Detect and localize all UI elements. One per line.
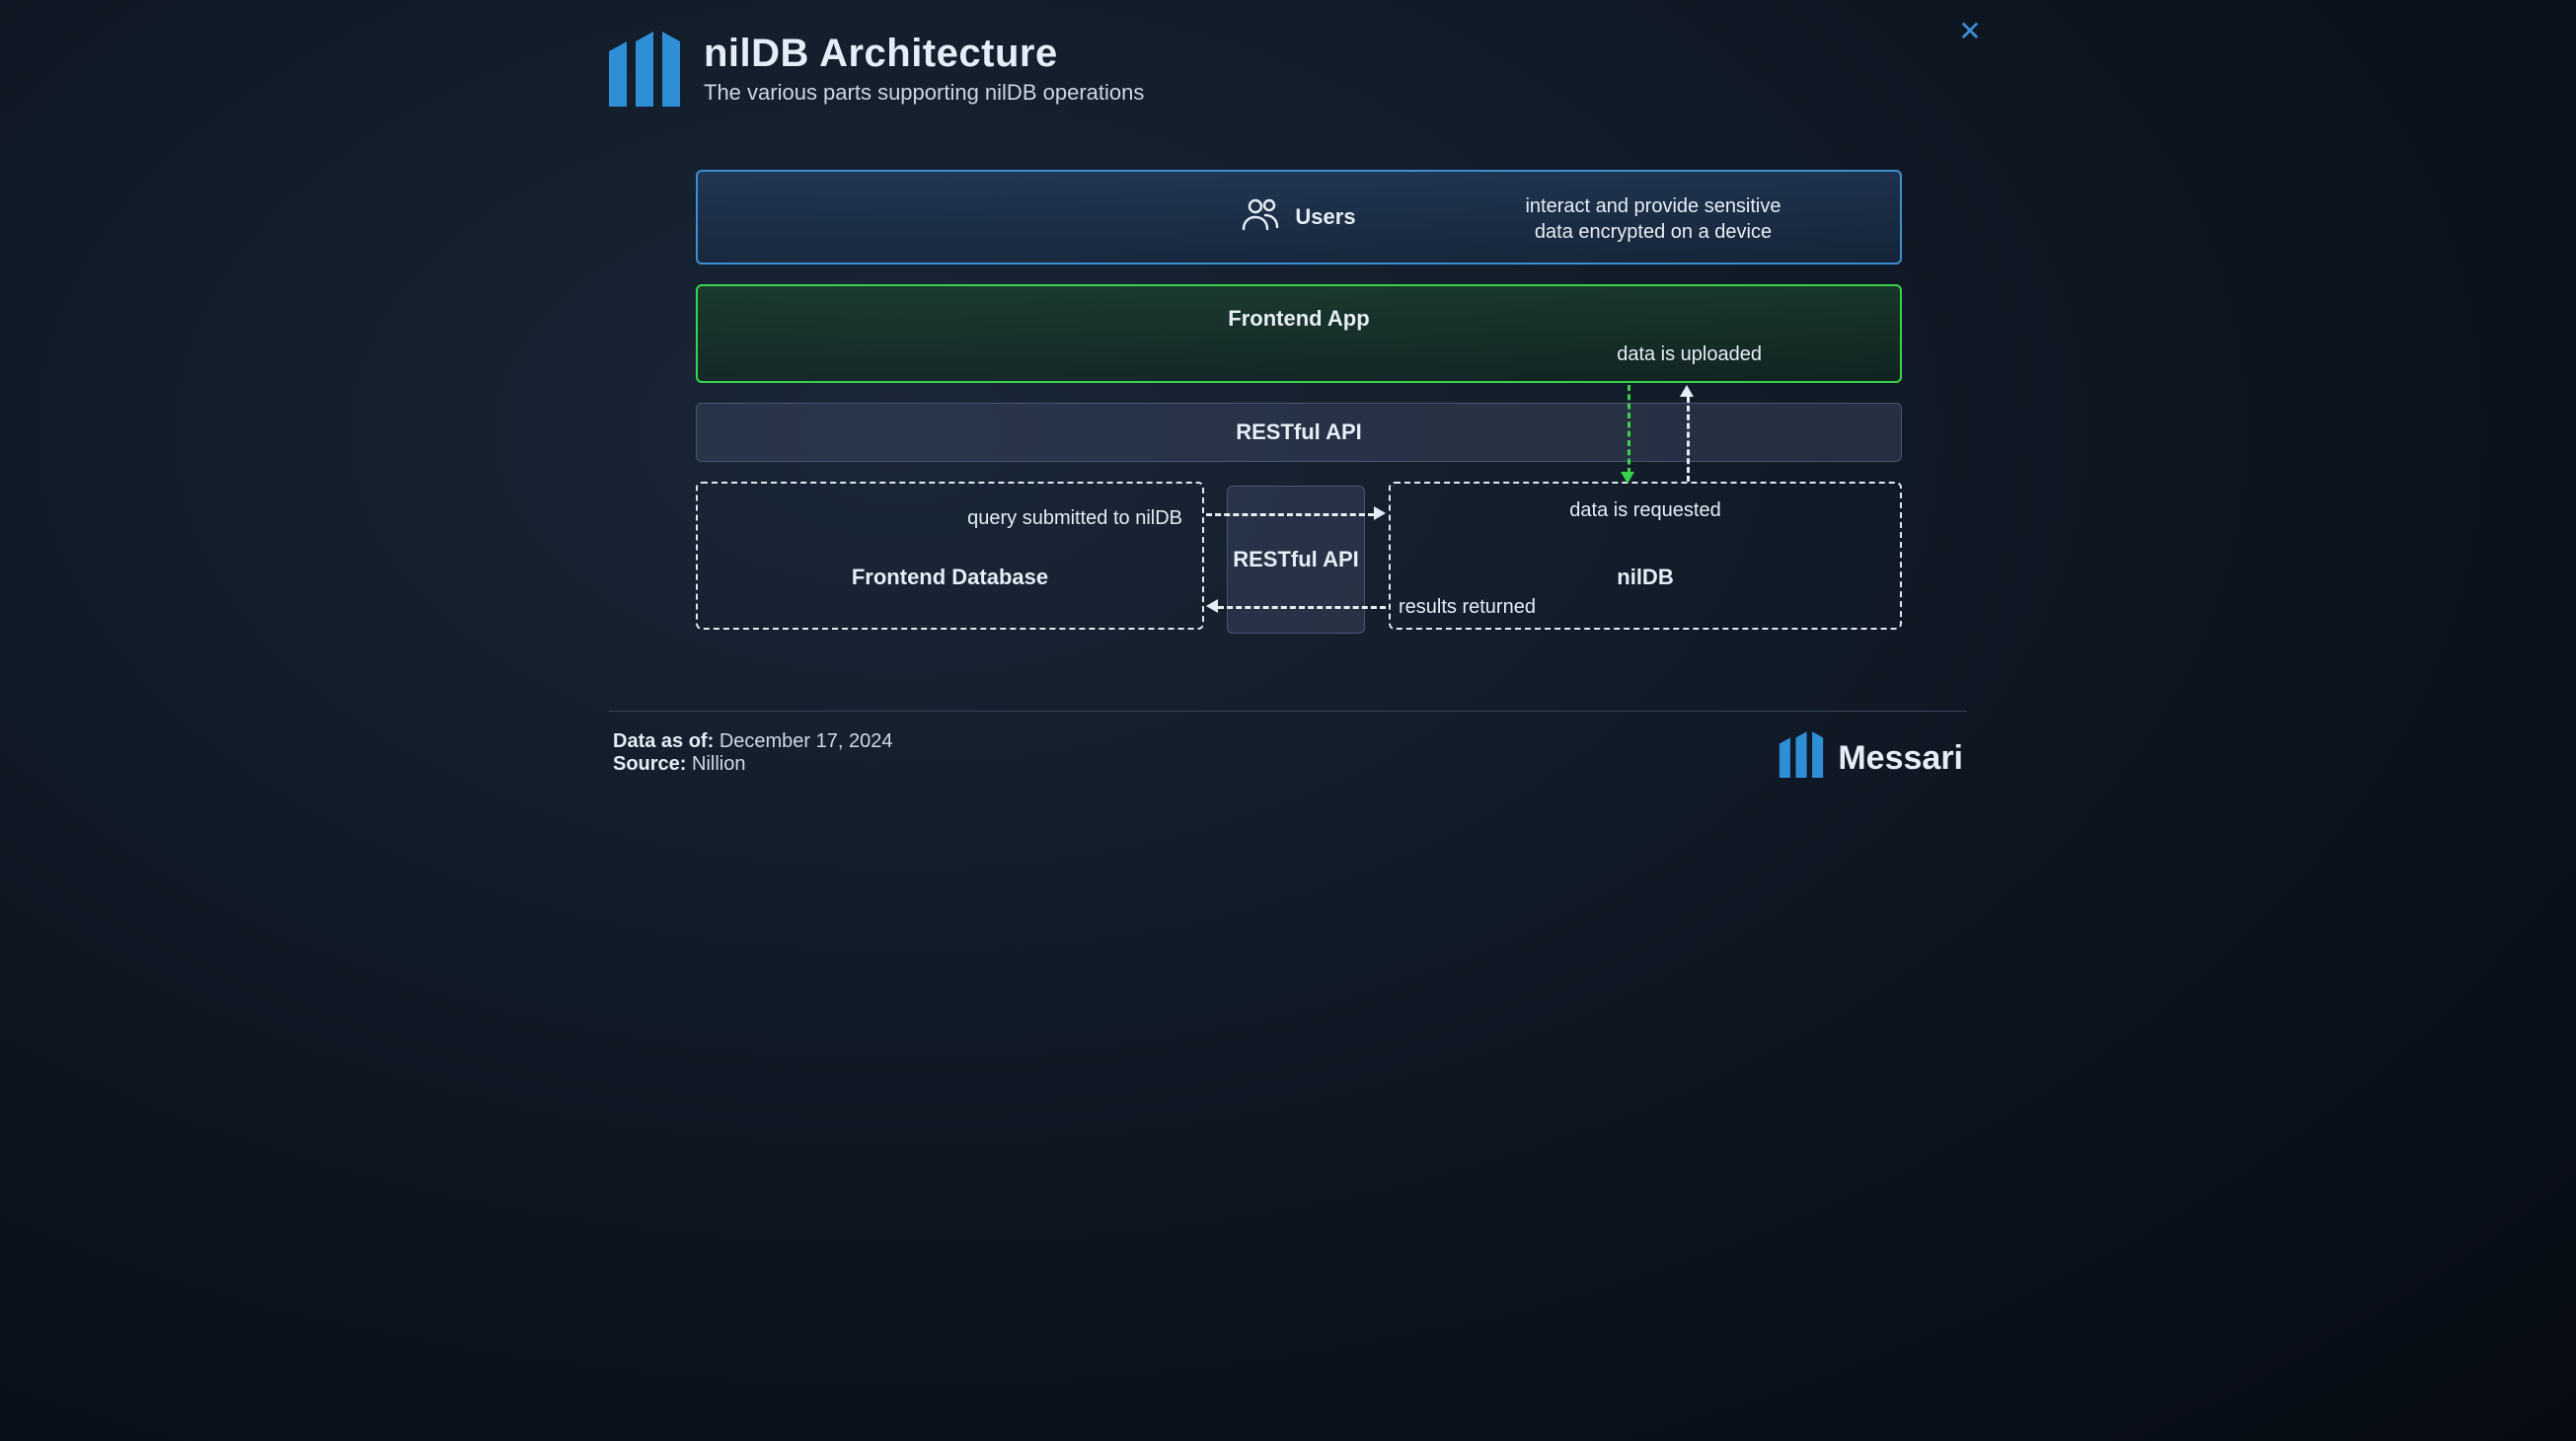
data-uploaded-label: data is uploaded [1617, 341, 1762, 367]
source-value: Nillion [692, 753, 745, 775]
arrowhead-left-icon [1206, 599, 1218, 613]
users-description: interact and provide sensitive data encr… [1515, 193, 1791, 245]
arrowhead-down-green-icon [1621, 472, 1634, 484]
users-label: Users [1295, 204, 1355, 230]
restful-api-box-label: RESTful API [1233, 547, 1359, 572]
footer: Data as of: December 17, 2024 Source: Ni… [613, 730, 892, 776]
results-returned-label: results returned [1399, 596, 1536, 619]
footer-divider [609, 711, 1967, 712]
arrow-data-uploaded [1628, 385, 1630, 474]
arrowhead-right-icon [1374, 506, 1386, 520]
arrow-results-returned [1218, 606, 1386, 609]
close-icon[interactable]: ✕ [1955, 18, 1985, 47]
page-subtitle: The various parts supporting nilDB opera… [704, 80, 1144, 106]
arrow-query-to-nildb [1206, 513, 1374, 516]
source-label: Source: [613, 753, 686, 775]
arrowhead-up-icon [1680, 385, 1694, 397]
header: nilDB Architecture The various parts sup… [609, 30, 1144, 107]
restful-api-bar-label: RESTful API [1236, 419, 1362, 445]
page-title: nilDB Architecture [704, 32, 1144, 76]
frontend-app-label: Frontend App [698, 306, 1900, 332]
restful-api-bar: RESTful API [696, 403, 1902, 462]
query-submitted-label: query submitted to nilDB [967, 505, 1182, 531]
users-icon [1242, 197, 1281, 237]
brand-label: Messari [1838, 739, 1963, 778]
frontend-database-label: Frontend Database [698, 565, 1202, 590]
messari-logo-icon [609, 30, 680, 107]
messari-logo-icon [1779, 730, 1824, 787]
restful-api-box: RESTful API [1227, 486, 1365, 634]
data-as-of-value: December 17, 2024 [720, 730, 893, 752]
arrow-data-requested-up [1687, 397, 1690, 482]
frontend-database-box: query submitted to nilDB Frontend Databa… [696, 482, 1204, 630]
data-as-of-label: Data as of: [613, 730, 714, 752]
data-requested-label: data is requested [1391, 497, 1900, 523]
architecture-diagram: Users interact and provide sensitive dat… [696, 170, 1902, 644]
nildb-label: nilDB [1391, 565, 1900, 590]
users-box: Users interact and provide sensitive dat… [696, 170, 1902, 265]
diagram-stage: ✕ nilDB Architecture The various parts s… [569, 0, 2007, 809]
brand: Messari [1779, 730, 1963, 787]
frontend-app-box: Frontend App data is uploaded [696, 284, 1902, 383]
